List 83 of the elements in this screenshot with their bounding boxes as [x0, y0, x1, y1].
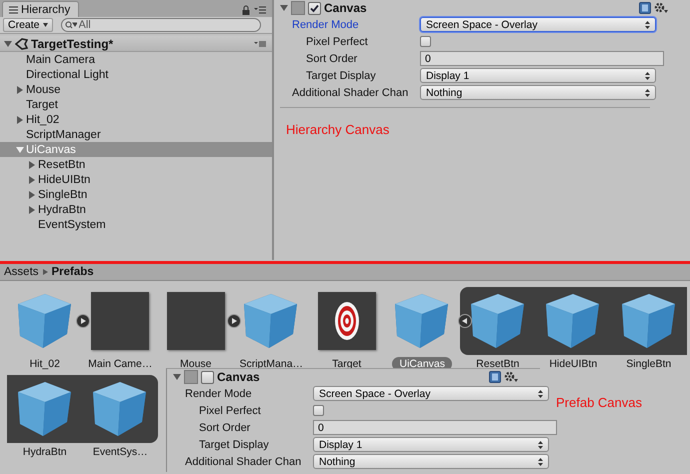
hierarchy-item[interactable]: Directional Light — [0, 67, 272, 82]
annotation-text: Hierarchy Canvas — [286, 122, 390, 137]
hierarchy-item[interactable]: ScriptManager — [0, 127, 272, 142]
list-icon — [9, 6, 18, 14]
search-icon — [64, 21, 77, 29]
breadcrumb-item[interactable]: Assets — [4, 266, 39, 278]
search-field[interactable]: All — [60, 18, 261, 32]
component-title: Canvas — [217, 370, 261, 384]
updown-arrows-icon — [538, 440, 543, 448]
asset-name[interactable]: Hit_02 — [22, 357, 67, 371]
asset-name[interactable]: Main Came… — [81, 357, 160, 371]
asset-name[interactable]: EventSys… — [86, 445, 155, 459]
updown-arrows-icon — [645, 88, 650, 96]
hierarchy-tab[interactable]: Hierarchy — [2, 1, 80, 17]
asset-name[interactable]: ResetBtn — [469, 357, 526, 371]
settings-icon[interactable] — [654, 2, 668, 14]
hierarchy-item[interactable]: Mouse — [0, 82, 272, 97]
expand-arrow-icon[interactable] — [28, 176, 36, 184]
expand-arrow-icon[interactable] — [28, 206, 36, 214]
dropdown[interactable]: Display 1 — [420, 68, 656, 83]
expand-arrow-icon[interactable] — [16, 86, 24, 94]
hierarchy-item[interactable]: HydraBtn — [0, 202, 272, 217]
asset-name[interactable]: Target — [325, 357, 368, 371]
collapse-arrow-icon[interactable] — [280, 4, 288, 12]
input-field[interactable]: 0 — [420, 51, 664, 66]
asset-name[interactable]: Mouse — [172, 357, 218, 371]
field-label: Pixel Perfect — [198, 404, 262, 416]
dropdown[interactable]: Nothing — [420, 85, 656, 100]
asset-name[interactable]: ScriptMana… — [232, 357, 310, 371]
hierarchy-item[interactable]: Target — [0, 97, 272, 112]
expand-arrow-icon[interactable] — [28, 190, 36, 198]
tab-label: Hierarchy — [21, 4, 70, 16]
field-label: Target Display — [305, 70, 377, 82]
component-title: Canvas — [324, 1, 368, 15]
enable-checkbox[interactable] — [201, 370, 214, 384]
dropdown[interactable]: Display 1 — [313, 437, 549, 452]
hierarchy-item[interactable]: SingleBtn — [0, 187, 272, 202]
enable-checkbox[interactable] — [308, 2, 321, 14]
create-button[interactable]: Create — [3, 18, 53, 32]
dropdown[interactable]: Nothing — [313, 454, 549, 469]
menu-icon[interactable] — [254, 6, 266, 14]
collapse-arrow-icon[interactable] — [173, 373, 181, 381]
scene-name: TargetTesting* — [31, 36, 114, 50]
field-label: Render Mode — [184, 388, 253, 400]
hierarchy-item[interactable]: ResetBtn — [0, 157, 272, 172]
field-label: Target Display — [198, 438, 270, 450]
hierarchy-item[interactable]: Main Camera — [0, 52, 272, 67]
lock-icon[interactable] — [242, 4, 250, 14]
asset-name[interactable]: HydraBtn — [16, 445, 74, 459]
field-label: Additional Shader Chan — [184, 456, 302, 468]
hierarchy-item[interactable]: Hit_02 — [0, 112, 272, 127]
help-icon[interactable] — [639, 2, 651, 14]
updown-arrows-icon — [538, 390, 543, 398]
chevron-icon — [42, 269, 48, 275]
menu-icon[interactable] — [254, 40, 266, 48]
collapse-arrow-icon[interactable] — [4, 40, 12, 48]
field-label: Additional Shader Chan — [291, 86, 410, 98]
checkbox[interactable] — [420, 36, 431, 47]
hierarchy-item[interactable]: HideUIBtn — [0, 172, 272, 187]
asset-name[interactable]: HideUIBtn — [542, 357, 604, 371]
scene-header[interactable]: TargetTesting* — [0, 36, 272, 52]
settings-icon[interactable] — [504, 371, 518, 383]
field-label: Pixel Perfect — [305, 36, 369, 48]
dropdown[interactable]: Screen Space - Overlay — [313, 386, 549, 401]
asset-name[interactable]: SingleBtn — [619, 357, 678, 371]
breadcrumb-item[interactable]: Prefabs — [52, 266, 94, 278]
expand-arrow-icon[interactable] — [28, 160, 36, 168]
dropdown[interactable]: Screen Space - Overlay — [420, 17, 656, 32]
help-icon[interactable] — [489, 371, 501, 383]
expand-arrow-icon[interactable] — [16, 116, 24, 124]
hierarchy-item[interactable]: EventSystem — [0, 217, 272, 232]
field-label: Sort Order — [198, 422, 252, 434]
component-icon — [291, 1, 305, 15]
updown-arrows-icon — [645, 72, 650, 80]
field-label: Sort Order — [305, 52, 358, 64]
caret-icon — [42, 23, 48, 27]
scene-icon — [15, 38, 28, 50]
annotation-text: Prefab Canvas — [556, 395, 642, 410]
input-field[interactable]: 0 — [313, 420, 557, 435]
updown-arrows-icon — [645, 20, 650, 28]
checkbox[interactable] — [313, 405, 324, 416]
field-label: Render Mode — [291, 18, 360, 30]
updown-arrows-icon — [538, 458, 543, 466]
